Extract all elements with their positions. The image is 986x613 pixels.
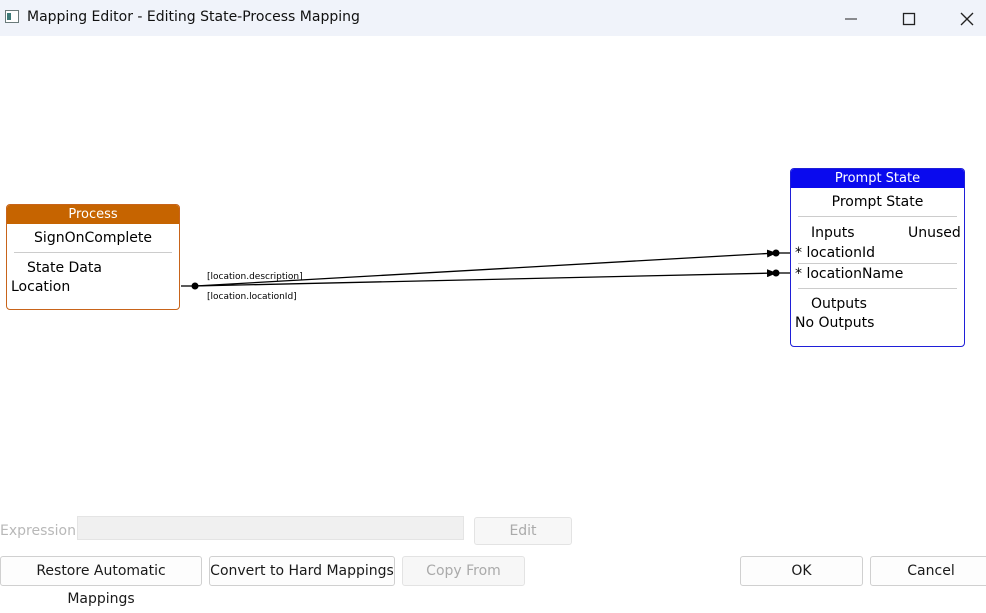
input-location-name[interactable]: * locationName xyxy=(795,266,903,282)
app-icon xyxy=(5,10,19,23)
maximize-icon xyxy=(902,12,916,26)
minimize-button[interactable] xyxy=(822,0,880,36)
state-data-label: State Data xyxy=(27,260,102,276)
expression-input[interactable] xyxy=(77,516,464,540)
inputs-label: Inputs xyxy=(811,225,855,241)
input-location-id[interactable]: * locationId xyxy=(795,245,875,261)
ok-button[interactable]: OK xyxy=(740,556,863,586)
title-bar: Mapping Editor - Editing State-Process M… xyxy=(0,0,986,36)
process-node[interactable]: Process SignOnComplete State Data Locati… xyxy=(6,204,180,310)
close-icon xyxy=(960,12,974,26)
convert-to-hard-mappings-button[interactable]: Convert to Hard Mappings xyxy=(209,556,395,586)
edit-button[interactable]: Edit xyxy=(474,517,572,545)
divider xyxy=(798,216,957,217)
prompt-node-name: Prompt State xyxy=(831,194,924,210)
divider xyxy=(14,252,172,253)
expression-label: Expression xyxy=(0,523,76,539)
divider xyxy=(798,263,957,264)
prompt-state-node[interactable]: Prompt State Prompt State Inputs Unused … xyxy=(790,168,965,347)
maximize-button[interactable] xyxy=(880,0,938,36)
cancel-button[interactable]: Cancel xyxy=(870,556,986,586)
prompt-node-header: Prompt State xyxy=(791,169,964,188)
process-node-name: SignOnComplete xyxy=(34,230,152,246)
unused-label: Unused xyxy=(908,225,961,241)
process-item-location[interactable]: Location xyxy=(11,279,70,295)
outputs-label: Outputs xyxy=(811,296,867,312)
process-node-header: Process xyxy=(7,205,179,224)
copy-from-button[interactable]: Copy From xyxy=(402,556,525,586)
outputs-value: No Outputs xyxy=(795,315,875,331)
window-title: Mapping Editor - Editing State-Process M… xyxy=(27,9,360,25)
restore-automatic-mappings-button[interactable]: Restore Automatic Mappings xyxy=(0,556,202,607)
minimize-icon xyxy=(845,18,857,20)
divider xyxy=(798,288,957,289)
close-button[interactable] xyxy=(938,0,986,36)
